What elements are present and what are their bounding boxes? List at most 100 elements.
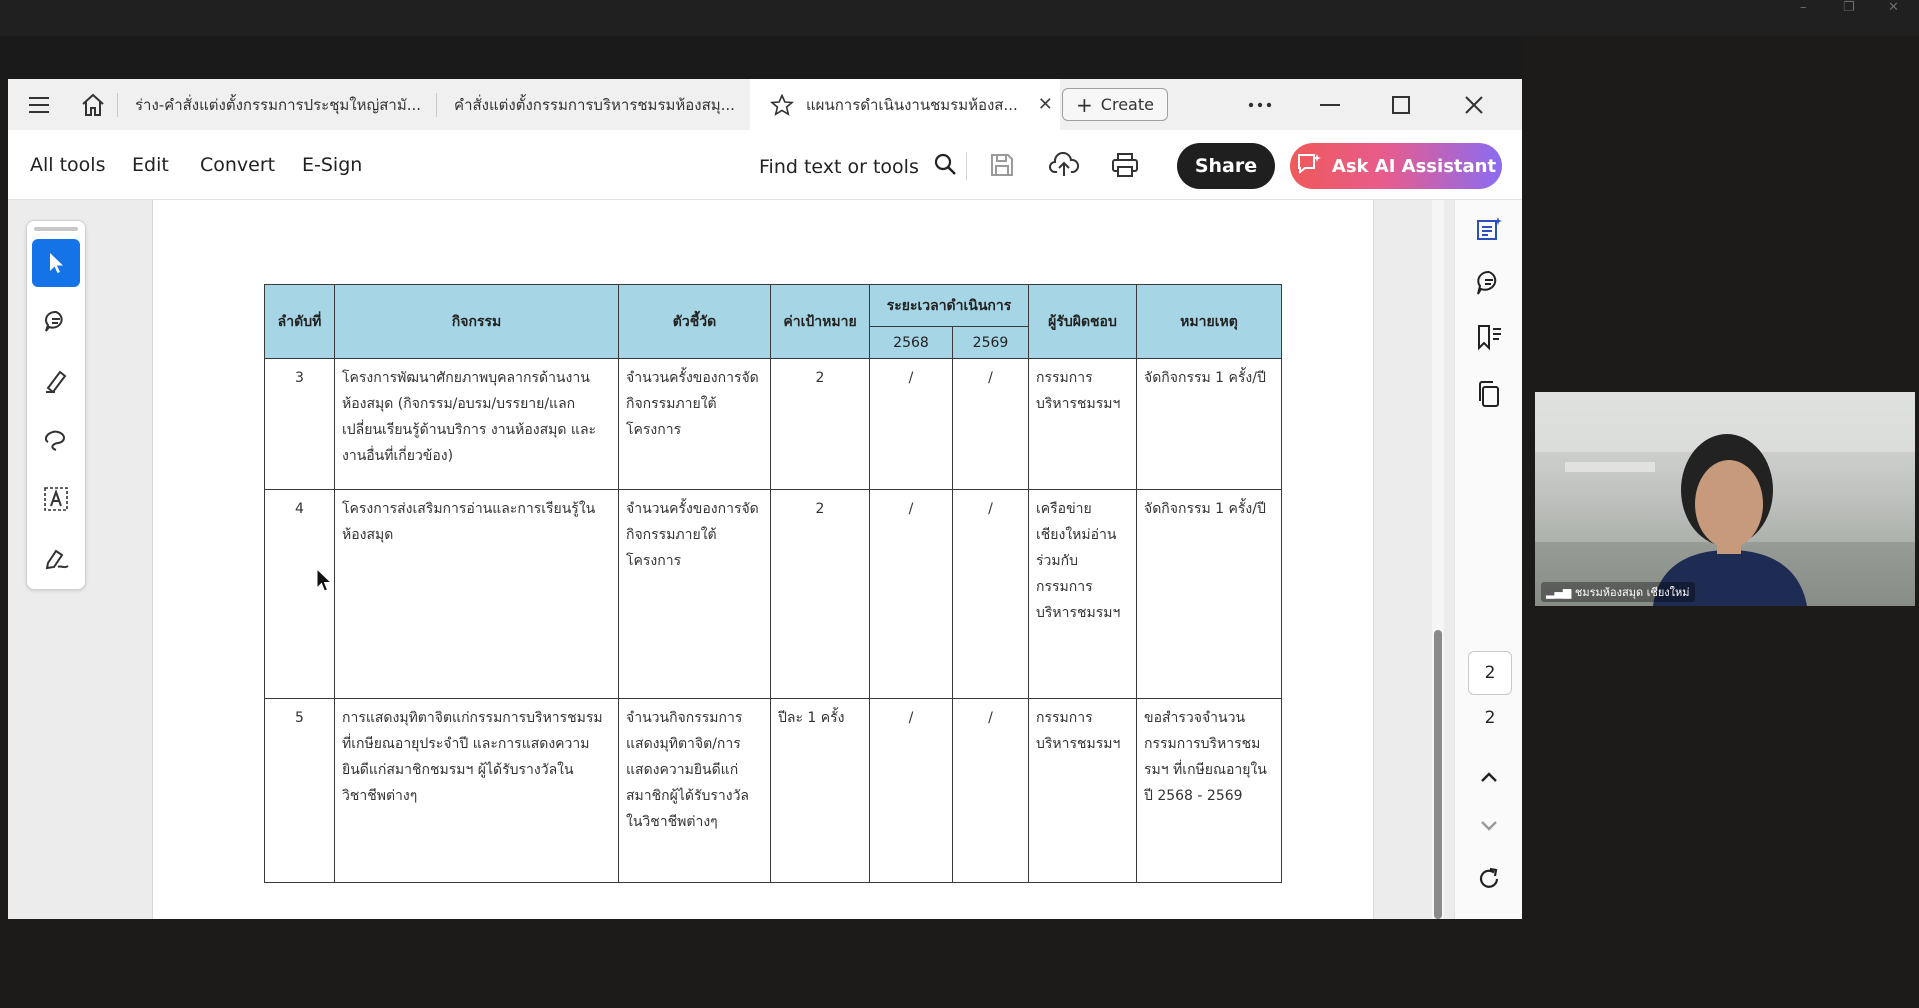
- menu-convert[interactable]: Convert: [200, 154, 275, 176]
- row-year-2569: /: [952, 358, 1029, 490]
- header-year-2569: 2569: [952, 326, 1029, 359]
- row-activity: การแสดงมุทิตาจิตแก่กรรมการบริหารชมรมที่เ…: [334, 698, 619, 883]
- background-window: [0, 36, 1522, 80]
- row-remark: ขอสำรวจจำนวนกรรมการบริหารชมรมฯ ที่เกษียณ…: [1136, 698, 1282, 883]
- save-icon[interactable]: [985, 148, 1019, 182]
- sign-pen-icon[interactable]: [32, 534, 80, 582]
- row-year-2569: /: [952, 489, 1029, 699]
- minimize-icon[interactable]: [1311, 86, 1349, 124]
- more-options-icon[interactable]: [1241, 86, 1279, 124]
- row-target: 2: [770, 489, 870, 699]
- text-recognition-icon[interactable]: [32, 475, 80, 523]
- select-tool-icon[interactable]: [32, 239, 80, 287]
- share-button[interactable]: Share: [1177, 143, 1275, 189]
- ask-ai-assistant-button[interactable]: Ask AI Assistant: [1290, 143, 1502, 189]
- highlight-pen-icon[interactable]: [32, 357, 80, 405]
- menu-edit[interactable]: Edit: [132, 154, 169, 176]
- row-year-2568: /: [869, 358, 953, 490]
- bookmarks-icon[interactable]: [1472, 320, 1506, 354]
- print-icon[interactable]: [1108, 148, 1142, 182]
- row-indicator: จำนวนครั้งของการจัดกิจกรรมภายใต้โครงการ: [618, 489, 771, 699]
- pdf-page: ลำดับที่ กิจกรรม ตัวชี้วัด ค่าเป้าหมาย ร…: [152, 200, 1374, 919]
- close-window-icon[interactable]: [1455, 86, 1493, 124]
- close-tab-icon[interactable]: ✕: [1038, 94, 1053, 115]
- table-row: 5 การแสดงมุทิตาจิตแก่กรรมการบริหารชมรมที…: [264, 698, 1282, 883]
- quick-tools-panel: [26, 220, 86, 590]
- refresh-icon[interactable]: [1472, 862, 1506, 896]
- chevron-down-icon[interactable]: [1472, 809, 1506, 843]
- row-no: 4: [264, 489, 335, 699]
- scrollbar-thumb[interactable]: [1434, 630, 1442, 919]
- main-toolbar: All tools Edit Convert E-Sign Find text …: [8, 130, 1522, 200]
- draw-freehand-icon[interactable]: [32, 416, 80, 464]
- header-responsible: ผู้รับผิดชอบ: [1028, 284, 1137, 359]
- hamburger-menu-icon[interactable]: [20, 86, 58, 124]
- row-indicator: จำนวนครั้งของการจัดกิจกรรมภายใต้โครงการ: [618, 358, 771, 490]
- header-indicator: ตัวชี้วัด: [618, 284, 771, 359]
- row-target: ปีละ 1 ครั้ง: [770, 698, 870, 883]
- home-icon[interactable]: [74, 86, 112, 124]
- row-year-2568: /: [869, 489, 953, 699]
- tab-committee-order[interactable]: คำสั่งแต่งตั้งกรรมการบริหารชมรมห้องสมุ..…: [439, 79, 750, 130]
- ai-assistant-label: Ask AI Assistant: [1331, 155, 1497, 177]
- header-no: ลำดับที่: [264, 284, 335, 359]
- ai-assistant-icon: [1296, 152, 1322, 181]
- tab-operation-plan[interactable]: แผนการดำเนินงานชมรมห้องส... ✕: [750, 79, 1060, 130]
- menu-esign[interactable]: E-Sign: [302, 154, 362, 176]
- header-remark: หมายเหตุ: [1136, 284, 1282, 359]
- desktop-background: [0, 919, 1919, 1008]
- row-remark: จัดกิจกรรม 1 ครั้ง/ปี: [1136, 358, 1282, 490]
- row-activity: โครงการส่งเสริมการอ่านและการเรียนรู้ในห้…: [334, 489, 619, 699]
- drag-handle[interactable]: [34, 227, 78, 231]
- total-pages: 2: [1484, 708, 1496, 728]
- create-button[interactable]: + Create: [1062, 88, 1168, 121]
- os-minimize-icon[interactable]: –: [1800, 0, 1807, 15]
- header-year-2568: 2568: [869, 326, 953, 359]
- share-label: Share: [1194, 155, 1258, 177]
- signal-bars-icon: ▂▄▆: [1546, 586, 1572, 599]
- row-no: 5: [264, 698, 335, 883]
- header-activity: กิจกรรม: [334, 284, 619, 359]
- tab-label: คำสั่งแต่งตั้งกรรมการบริหารชมรมห้องสมุ..…: [454, 95, 735, 114]
- os-close-icon[interactable]: ✕: [1888, 0, 1899, 15]
- row-responsible: เครือข่ายเชียงใหม่อ่าน ร่วมกับ กรรมการบร…: [1028, 489, 1137, 699]
- vertical-scrollbar[interactable]: [1432, 200, 1444, 919]
- table-row: 4 โครงการส่งเสริมการอ่านและการเรียนรู้ใน…: [264, 489, 1282, 699]
- comments-panel-icon[interactable]: [1472, 266, 1506, 300]
- mouse-cursor-icon: [316, 568, 333, 592]
- document-area: ลำดับที่ กิจกรรม ตัวชี้วัด ค่าเป้าหมาย ร…: [8, 200, 1522, 919]
- row-year-2569: /: [952, 698, 1029, 883]
- os-restore-icon[interactable]: ❐: [1843, 0, 1855, 15]
- row-no: 3: [264, 358, 335, 490]
- acrobat-window: ร่าง-คำสั่งแต่งตั้งกรรมการประชุมใหญ่สามั…: [8, 79, 1522, 919]
- operation-plan-table: ลำดับที่ กิจกรรม ตัวชี้วัด ค่าเป้าหมาย ร…: [264, 284, 1282, 883]
- row-responsible: กรรมการบริหารชมรมฯ: [1028, 358, 1137, 490]
- create-label: Create: [1100, 95, 1154, 114]
- page-thumbnails-icon[interactable]: [1472, 377, 1506, 411]
- tab-label: แผนการดำเนินงานชมรมห้องส...: [806, 95, 1018, 114]
- find-label: Find text or tools: [759, 155, 919, 178]
- row-activity: โครงการพัฒนาศักยภาพบุคลากรด้านงานห้องสมุ…: [334, 358, 619, 490]
- participant-name-label: ▂▄▆ ชมรมห้องสมุด เชียงใหม่: [1541, 582, 1695, 602]
- row-remark: จัดกิจกรรม 1 ครั้ง/ปี: [1136, 489, 1282, 699]
- cloud-upload-icon[interactable]: [1047, 148, 1081, 182]
- find-text-or-tools[interactable]: Find text or tools: [759, 152, 957, 181]
- row-year-2568: /: [869, 698, 953, 883]
- participant-video-image: [1535, 392, 1915, 606]
- right-rail: 2 2: [1454, 200, 1522, 919]
- tab-draft-committee-order[interactable]: ร่าง-คำสั่งแต่งตั้งกรรมการประชุมใหญ่สามั…: [120, 79, 436, 130]
- header-period: ระยะเวลาดำเนินการ: [869, 284, 1029, 327]
- chevron-up-icon[interactable]: [1472, 760, 1506, 794]
- row-indicator: จำนวนกิจกรรมการแสดงมุทิตาจิต/การแสดงความ…: [618, 698, 771, 883]
- participant-name: ชมรมห้องสมุด เชียงใหม่: [1574, 586, 1690, 599]
- ai-summary-icon[interactable]: [1472, 212, 1506, 246]
- star-icon[interactable]: [770, 93, 794, 116]
- current-page-input[interactable]: 2: [1468, 651, 1512, 695]
- add-comment-icon[interactable]: [32, 298, 80, 346]
- webcam-video-feed: ▂▄▆ ชมรมห้องสมุด เชียงใหม่: [1535, 392, 1915, 606]
- menu-all-tools[interactable]: All tools: [30, 154, 105, 176]
- maximize-icon[interactable]: [1382, 86, 1420, 124]
- tab-bar: ร่าง-คำสั่งแต่งตั้งกรรมการประชุมใหญ่สามั…: [8, 79, 1522, 131]
- header-target: ค่าเป้าหมาย: [770, 284, 870, 359]
- search-icon: [933, 152, 957, 181]
